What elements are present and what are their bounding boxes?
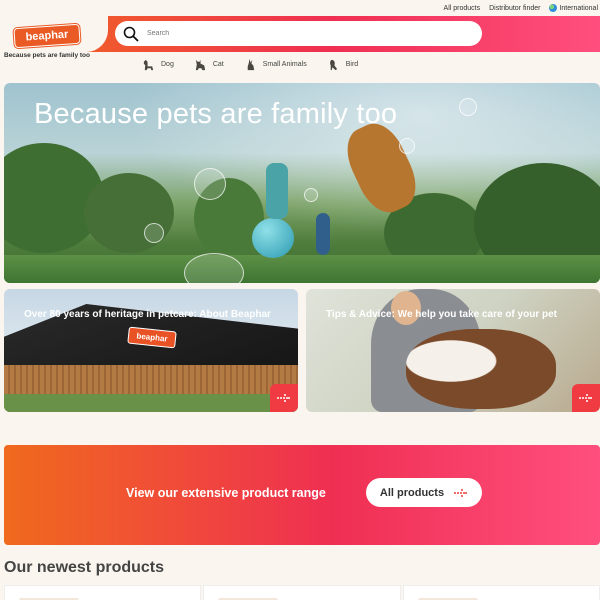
promo-text: View our extensive product range [126,486,326,500]
product-list [4,585,600,600]
hero-bubble [304,188,318,202]
international-selector[interactable]: International [549,4,598,12]
product-card[interactable] [402,585,600,600]
tips-card[interactable]: Tips & Advice: We help you take care of … [306,289,600,412]
hero-tree [84,173,174,253]
hero-child [316,213,330,255]
hero-bubble [459,98,477,116]
nav-label-cat: Cat [212,61,224,68]
nav-label-small-animals: Small Animals [262,61,307,68]
international-label: International [559,4,598,12]
utility-bar: All products Distributor finder Internat… [0,0,600,16]
nav-label-dog: Dog [161,61,174,68]
hero-banner[interactable]: Because pets are family too [4,83,600,283]
building-wood [4,365,298,395]
hero-ball [252,218,294,258]
about-card[interactable]: beaphar Over 80 years of heritage in pet… [4,289,298,412]
nav-item-cat[interactable]: Cat [194,58,224,71]
search-bar[interactable] [115,21,482,46]
nav-item-small-animals[interactable]: Small Animals [244,58,307,71]
about-card-title: Over 80 years of heritage in petcare: Ab… [24,309,271,320]
all-products-button-label: All products [379,486,445,499]
all-products-button[interactable]: All products [366,478,482,507]
hero-bubble [194,168,226,200]
dog-image [406,329,556,409]
tagline: Because pets are family too [4,52,90,59]
logo-container: beaphar [0,16,108,52]
nav-label-bird: Bird [345,61,359,68]
newest-products-heading: Our newest products [4,559,165,576]
product-card[interactable] [4,585,202,600]
beaphar-logo[interactable]: beaphar [13,23,81,49]
arrow-right-icon [277,394,290,402]
about-card-arrow-button[interactable] [270,384,298,412]
all-products-link[interactable]: All products [444,5,481,12]
hero-lawn [4,255,600,283]
product-card[interactable] [203,585,401,600]
globe-icon [549,4,558,12]
tips-card-title: Tips & Advice: We help you take care of … [326,309,557,320]
search-icon[interactable] [123,26,139,42]
distributor-finder-link[interactable]: Distributor finder [489,5,540,12]
arrow-right-icon [579,394,592,402]
tips-card-arrow-button[interactable] [572,384,600,412]
hero-bubble [399,138,415,154]
cat-icon [195,59,205,71]
rabbit-icon [247,58,254,71]
hero-child [266,163,288,219]
hero-bubble [144,223,164,243]
product-range-banner: View our extensive product range All pro… [4,445,600,545]
nav-item-bird[interactable]: Bird [327,58,358,71]
dog-icon [143,59,154,71]
nav-item-dog[interactable]: Dog [142,58,174,71]
search-input[interactable] [147,30,447,37]
card-grass [4,394,298,412]
arrow-right-icon [454,488,468,497]
category-nav: Dog Cat Small Animals Bird [142,58,358,71]
bird-icon [329,59,337,71]
hero-headline: Because pets are family too [34,98,398,130]
